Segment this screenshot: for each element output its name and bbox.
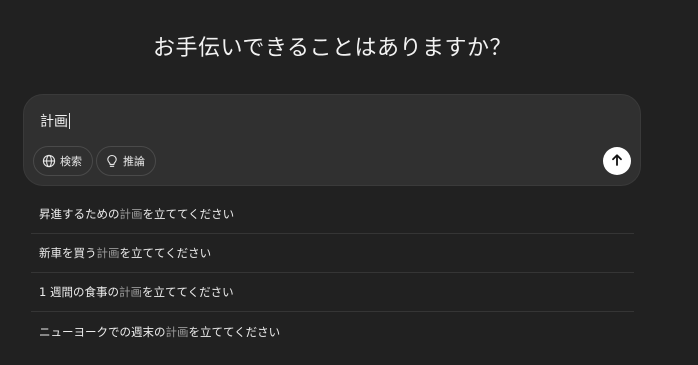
lightbulb-icon	[105, 154, 119, 168]
reason-button-label: 推論	[123, 155, 145, 168]
suggestion-text-before: 新車を買う	[39, 246, 97, 260]
prompt-input-text: 計画	[40, 114, 68, 130]
suggestion-text-before: 1 週間の食事の	[39, 285, 119, 299]
search-button-label: 検索	[60, 155, 82, 168]
suggestion-text-after: を立ててください	[142, 207, 235, 221]
reason-button[interactable]: 推論	[96, 146, 156, 176]
send-button[interactable]	[603, 147, 631, 175]
suggestion-item[interactable]: 1 週間の食事の 計画 を立ててください	[31, 273, 634, 312]
text-caret	[69, 113, 70, 129]
suggestion-item[interactable]: 昇進するための 計画 を立ててください	[31, 195, 634, 234]
suggestion-item[interactable]: 新車を買う 計画 を立ててください	[31, 234, 634, 273]
suggestion-text-after: を立ててください	[141, 285, 234, 299]
suggestion-text-before: ニューヨークでの週末の	[39, 324, 166, 339]
suggestion-item[interactable]: ニューヨークでの週末の 計画 を立ててください	[31, 312, 634, 351]
suggestion-list: 昇進するための 計画 を立ててください 新車を買う 計画 を立ててください 1 週間の食…	[31, 195, 634, 351]
arrow-up-icon	[610, 152, 624, 171]
prompt-input[interactable]: 計画	[40, 111, 70, 131]
search-button[interactable]: 検索	[33, 146, 93, 176]
suggestion-text-before: 昇進するための	[39, 207, 120, 221]
page: お手伝いできることはありますか？ 計画 検索 推論 昇進するための 計画 を立て…	[0, 0, 698, 365]
globe-icon	[42, 154, 56, 168]
composer: 計画 検索 推論	[23, 94, 641, 186]
suggestion-highlight: 計画	[118, 285, 142, 299]
page-title: お手伝いできることはありますか？	[153, 36, 512, 61]
suggestion-text-after: を立ててください	[119, 246, 212, 260]
suggestion-highlight: 計画	[96, 246, 120, 260]
suggestion-text-after: を立ててください	[188, 324, 281, 339]
suggestion-highlight: 計画	[119, 207, 143, 221]
suggestion-highlight: 計画	[165, 324, 189, 339]
